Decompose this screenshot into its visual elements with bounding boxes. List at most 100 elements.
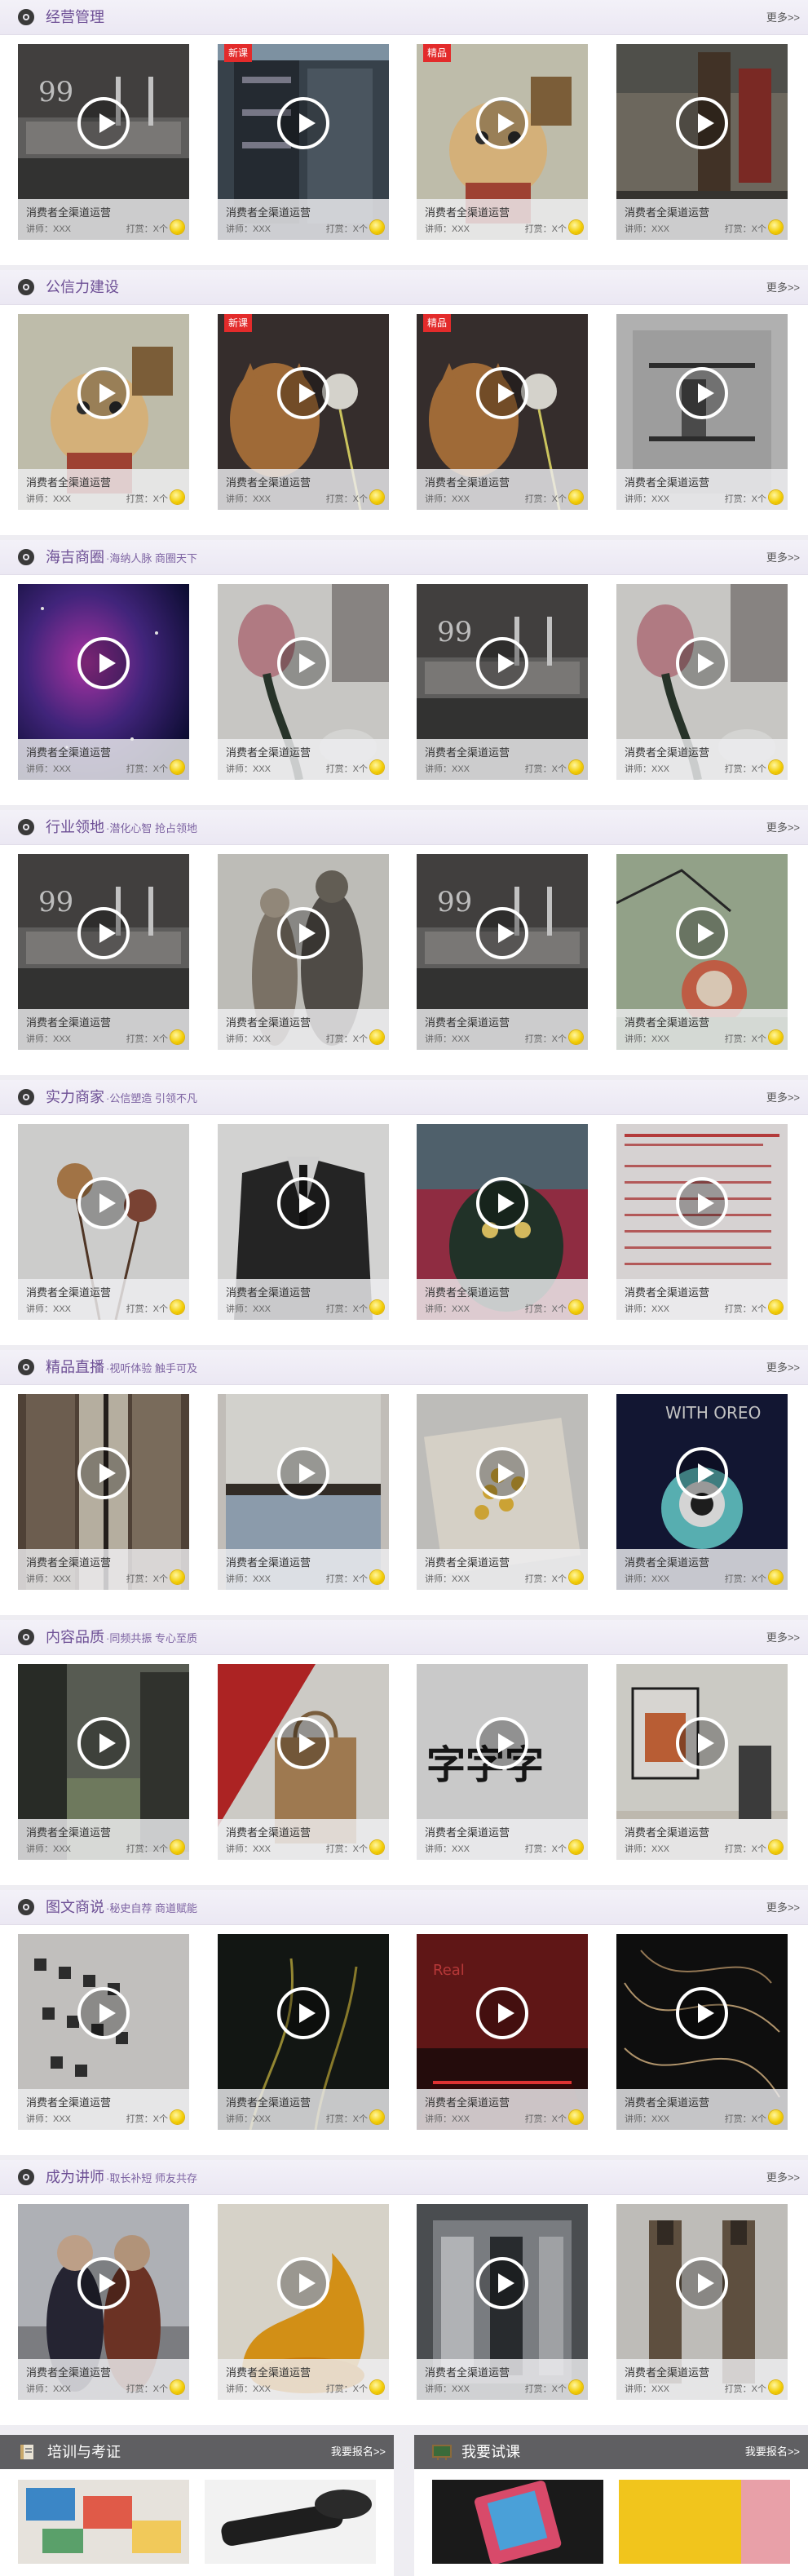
play-icon[interactable]	[77, 907, 130, 959]
signup-link[interactable]: 我要报名>>	[331, 2445, 386, 2459]
course-card[interactable]: 消费者全渠道运营 讲师：XXX 打赏：X个	[616, 584, 788, 780]
signup-link[interactable]: 我要报名>>	[745, 2445, 800, 2459]
coin-icon	[170, 2380, 184, 2394]
course-card[interactable]: 消费者全渠道运营 讲师：XXX 打赏：X个	[218, 1394, 389, 1590]
play-icon[interactable]	[676, 1717, 728, 1769]
more-link[interactable]: 更多>>	[766, 2171, 800, 2185]
course-card[interactable]: 字字字 消费者全渠道运营 讲师：XXX 打赏：X个	[417, 1664, 588, 1860]
course-card[interactable]: 消费者全渠道运营 讲师：XXX 打赏：X个	[18, 584, 189, 780]
course-card[interactable]: 消费者全渠道运营 讲师：XXX 打赏：X个	[218, 2204, 389, 2400]
course-card[interactable]: Real 消费者全渠道运营 讲师：XXX 打赏：X个	[417, 1934, 588, 2130]
tip-count: 打赏：X个	[325, 764, 368, 774]
more-link[interactable]: 更多>>	[766, 281, 800, 295]
course-card[interactable]: 消费者全渠道运营 讲师：XXX 打赏：X个	[218, 1934, 389, 2130]
play-icon[interactable]	[277, 907, 329, 959]
more-link[interactable]: 更多>>	[766, 1361, 800, 1375]
course-card[interactable]: 消费者全渠道运营 讲师：XXX 打赏：X个	[616, 2204, 788, 2400]
course-card[interactable]: 新课 消费者全渠道运营 讲师：XXX 打赏：X个	[218, 314, 389, 510]
lecturer-name: 讲师：XXX	[26, 1304, 72, 1314]
course-card[interactable]: 消费者全渠道运营 讲师：XXX 打赏：X个	[18, 1124, 189, 1320]
more-link[interactable]: 更多>>	[766, 551, 800, 565]
more-link[interactable]: 更多>>	[766, 1631, 800, 1645]
play-icon[interactable]	[77, 1987, 130, 2039]
play-icon[interactable]	[476, 637, 528, 689]
course-card[interactable]: 消费者全渠道运营 讲师：XXX 打赏：X个	[18, 314, 189, 510]
play-icon[interactable]	[476, 1177, 528, 1229]
course-card[interactable]: 消费者全渠道运营 讲师：XXX 打赏：X个	[616, 854, 788, 1050]
play-icon[interactable]	[476, 1447, 528, 1499]
panel-thumbnail[interactable]	[432, 2480, 603, 2564]
play-icon[interactable]	[676, 1987, 728, 2039]
play-icon[interactable]	[476, 1717, 528, 1769]
play-icon[interactable]	[277, 1987, 329, 2039]
play-icon[interactable]	[77, 1447, 130, 1499]
panel-header: 培训与考证 我要报名>>	[0, 2435, 394, 2469]
course-card[interactable]: 新课 消费者全渠道运营 讲师：XXX 打赏：X个	[218, 44, 389, 240]
course-card[interactable]: 消费者全渠道运营 讲师：XXX 打赏：X个	[218, 854, 389, 1050]
play-icon[interactable]	[277, 1717, 329, 1769]
panel-thumbnail[interactable]	[205, 2480, 376, 2564]
course-card[interactable]: 消费者全渠道运营 讲师：XXX 打赏：X个	[417, 1394, 588, 1590]
section-title-text: 经营管理	[46, 9, 104, 25]
more-link[interactable]: 更多>>	[766, 821, 800, 835]
play-icon[interactable]	[77, 2257, 130, 2309]
play-icon[interactable]	[277, 637, 329, 689]
play-icon[interactable]	[476, 2257, 528, 2309]
course-card[interactable]: 消费者全渠道运营 讲师：XXX 打赏：X个	[616, 314, 788, 510]
course-card[interactable]: 99 消费者全渠道运营 讲师：XXX 打赏：X个	[18, 854, 189, 1050]
play-icon[interactable]	[676, 1447, 728, 1499]
play-icon[interactable]	[277, 1177, 329, 1229]
course-card[interactable]: 消费者全渠道运营 讲师：XXX 打赏：X个	[417, 2204, 588, 2400]
play-icon[interactable]	[476, 367, 528, 419]
course-card[interactable]: 99 消费者全渠道运营 讲师：XXX 打赏：X个	[18, 44, 189, 240]
more-link[interactable]: 更多>>	[766, 1901, 800, 1915]
play-icon[interactable]	[277, 1447, 329, 1499]
course-title: 消费者全渠道运营	[625, 1826, 710, 1839]
course-card[interactable]: 消费者全渠道运营 讲师：XXX 打赏：X个	[616, 1124, 788, 1320]
play-icon[interactable]	[476, 907, 528, 959]
course-card[interactable]: 消费者全渠道运营 讲师：XXX 打赏：X个	[616, 1934, 788, 2130]
lecturer-name: 讲师：XXX	[425, 494, 470, 504]
more-link[interactable]: 更多>>	[766, 11, 800, 25]
play-icon[interactable]	[277, 2257, 329, 2309]
play-icon[interactable]	[77, 1177, 130, 1229]
course-card[interactable]: 消费者全渠道运营 讲师：XXX 打赏：X个	[218, 1124, 389, 1320]
play-icon[interactable]	[77, 367, 130, 419]
course-card[interactable]: 消费者全渠道运营 讲师：XXX 打赏：X个	[417, 1124, 588, 1320]
play-icon[interactable]	[676, 637, 728, 689]
course-card[interactable]: 消费者全渠道运营 讲师：XXX 打赏：X个	[616, 44, 788, 240]
course-card[interactable]: 精品 消费者全渠道运营 讲师：XXX 打赏：X个	[417, 314, 588, 510]
course-card[interactable]: 消费者全渠道运营 讲师：XXX 打赏：X个	[18, 1934, 189, 2130]
course-card[interactable]: 精品 消费者全渠道运营 讲师：XXX 打赏：X个	[417, 44, 588, 240]
card-info-bar: 消费者全渠道运营 讲师：XXX 打赏：X个	[218, 469, 389, 510]
panel-thumbnail[interactable]	[18, 2480, 189, 2564]
tip-count: 打赏：X个	[524, 1034, 567, 1044]
course-card[interactable]: 消费者全渠道运营 讲师：XXX 打赏：X个	[616, 1664, 788, 1860]
play-icon[interactable]	[476, 97, 528, 149]
course-card[interactable]: 消费者全渠道运营 讲师：XXX 打赏：X个	[18, 1664, 189, 1860]
play-icon[interactable]	[676, 367, 728, 419]
panel-thumbnail[interactable]	[619, 2480, 790, 2564]
play-icon[interactable]	[277, 367, 329, 419]
more-link[interactable]: 更多>>	[766, 1091, 800, 1105]
coin-icon	[170, 1030, 184, 1044]
course-card[interactable]: 消费者全渠道运营 讲师：XXX 打赏：X个	[18, 1394, 189, 1590]
play-icon[interactable]	[676, 907, 728, 959]
course-card[interactable]: WITH OREO 消费者全渠道运营 讲师：XXX 打赏：X个	[616, 1394, 788, 1590]
course-card[interactable]: 99 消费者全渠道运营 讲师：XXX 打赏：X个	[417, 854, 588, 1050]
coin-icon	[569, 1030, 583, 1044]
course-card[interactable]: 消费者全渠道运营 讲师：XXX 打赏：X个	[218, 1664, 389, 1860]
play-icon[interactable]	[676, 97, 728, 149]
course-card[interactable]: 99 消费者全渠道运营 讲师：XXX 打赏：X个	[417, 584, 588, 780]
play-icon[interactable]	[476, 1987, 528, 2039]
play-icon[interactable]	[77, 1717, 130, 1769]
play-icon[interactable]	[676, 2257, 728, 2309]
course-card[interactable]: 消费者全渠道运营 讲师：XXX 打赏：X个	[218, 584, 389, 780]
course-card[interactable]: 消费者全渠道运营 讲师：XXX 打赏：X个	[18, 2204, 189, 2400]
play-icon[interactable]	[277, 97, 329, 149]
play-icon[interactable]	[676, 1177, 728, 1229]
play-icon[interactable]	[77, 97, 130, 149]
section-subtitle: ·视听体验 触手可及	[106, 1362, 197, 1374]
course-title: 消费者全渠道运营	[26, 1826, 112, 1839]
play-icon[interactable]	[77, 637, 130, 689]
